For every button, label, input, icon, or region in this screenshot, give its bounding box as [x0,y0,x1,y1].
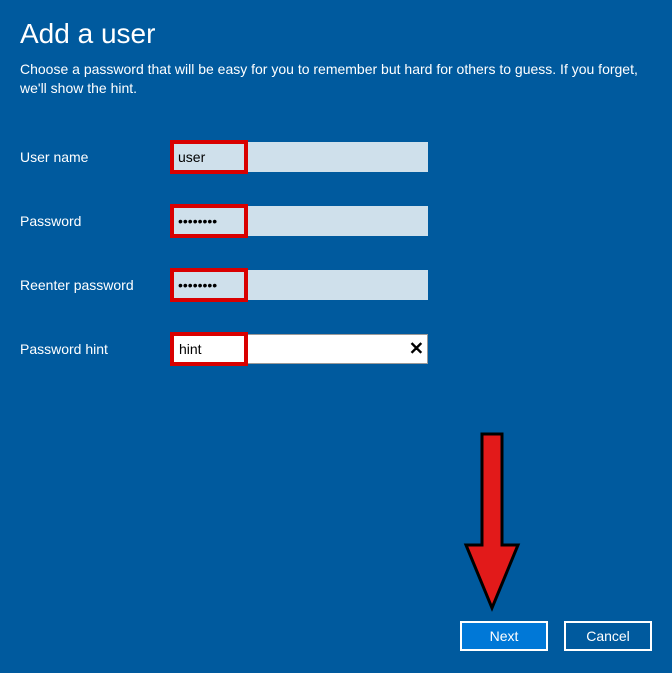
label-hint: Password hint [20,341,170,357]
row-reenter: Reenter password [20,270,652,300]
button-bar: Next Cancel [460,621,652,651]
cancel-button[interactable]: Cancel [564,621,652,651]
row-username: User name [20,142,652,172]
password-input[interactable] [170,206,428,236]
username-input[interactable] [170,142,428,172]
row-password: Password [20,206,652,236]
label-username: User name [20,149,170,165]
label-reenter: Reenter password [20,277,170,293]
label-password: Password [20,213,170,229]
next-button[interactable]: Next [460,621,548,651]
reenter-password-input[interactable] [170,270,428,300]
hint-input[interactable] [170,334,428,364]
clear-icon[interactable]: ✕ [409,338,424,359]
row-hint: Password hint ✕ [20,334,652,364]
page-title: Add a user [20,18,652,50]
annotation-arrow [462,430,522,615]
page-subtitle: Choose a password that will be easy for … [20,60,640,98]
